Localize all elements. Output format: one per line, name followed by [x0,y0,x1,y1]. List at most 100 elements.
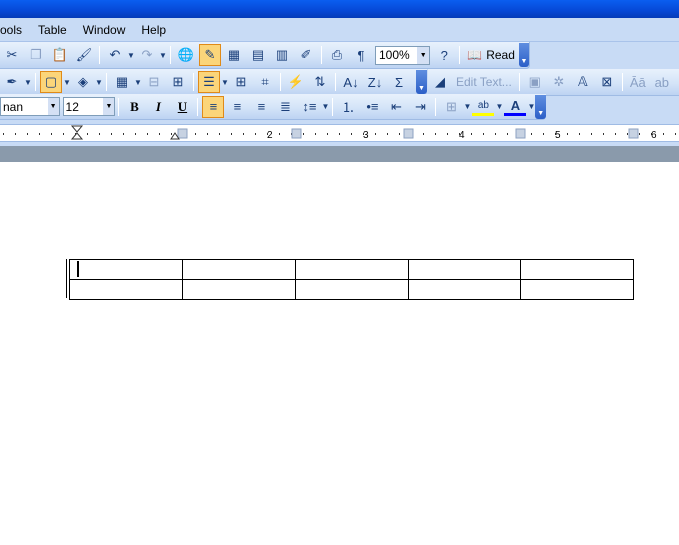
distribute-columns-icon[interactable]: ⌗ [254,71,276,93]
document-area[interactable] [0,162,679,545]
help-icon[interactable]: ? [433,44,455,66]
format-wordart-icon[interactable]: ✲ [548,71,570,93]
format-painter-icon[interactable]: 🖌 [73,44,95,66]
insert-table-dropdown-icon[interactable]: ▼ [134,78,142,87]
pen-color-dropdown-icon[interactable]: ▼ [24,78,32,87]
copy-icon[interactable]: ❐ [25,44,47,66]
table-cell[interactable] [295,259,409,280]
line-spacing-dropdown-icon[interactable]: ▼ [321,102,329,111]
highlight-dropdown-icon[interactable]: ▼ [495,102,503,111]
columns-icon[interactable]: ▥ [271,44,293,66]
table-cell[interactable] [408,259,521,280]
table-cell[interactable] [295,279,409,300]
toolbar-options-icon[interactable]: ▼ [416,70,427,94]
outside-border-icon[interactable]: ▢ [40,71,62,93]
increase-indent-icon[interactable]: ⇥ [409,96,431,118]
underline-button[interactable]: U [171,96,193,118]
wordart-shape-icon[interactable]: 𝔸 [572,71,594,93]
borders-dropdown-icon[interactable]: ▼ [463,102,471,111]
decrease-indent-icon[interactable]: ⇤ [385,96,407,118]
shading-color-icon[interactable]: ◈ [72,71,94,93]
sort-ascending-icon[interactable]: A↓ [340,71,362,93]
drawing-icon[interactable]: ✐ [295,44,317,66]
table-cell[interactable] [69,259,183,280]
insert-table-icon[interactable]: ▦ [111,71,133,93]
read-button[interactable]: 📖 Read [463,44,519,66]
sort-descending-icon[interactable]: Z↓ [364,71,386,93]
font-size-select[interactable]: 12 ▼ [62,97,116,116]
table-autoformat-icon[interactable]: ⚡ [285,71,307,93]
align-dropdown-icon[interactable]: ▼ [221,78,229,87]
document-map-icon[interactable]: ⎙ [326,44,348,66]
toolbar-options-icon[interactable]: ▼ [535,94,546,119]
horizontal-ruler[interactable]: 2 3 4 5 6 [0,124,679,142]
paste-icon[interactable]: 📋 [49,44,71,66]
justify-icon[interactable]: ≣ [274,96,296,118]
zoom-select[interactable]: 100% ▼ [375,45,431,65]
table-row [69,259,634,280]
table-cell[interactable] [69,279,183,300]
toolbar-options-icon[interactable]: ▼ [518,43,529,67]
column-marker[interactable] [291,128,302,139]
column-marker[interactable] [515,128,526,139]
border-dropdown-icon[interactable]: ▼ [63,78,71,87]
table-cell[interactable] [408,279,521,300]
font-name-dropdown-icon[interactable]: ▼ [47,98,59,115]
menu-help[interactable]: Help [133,18,174,42]
column-marker[interactable] [403,128,414,139]
table-cell[interactable] [182,279,296,300]
align-left-icon[interactable]: ≡ [202,95,225,118]
font-size-dropdown-icon[interactable]: ▼ [103,98,115,115]
text-wrapping-icon[interactable]: ⊠ [596,71,618,93]
separator [332,97,334,116]
italic-button[interactable]: I [147,96,169,118]
line-spacing-icon[interactable]: ↕≡ [298,96,320,118]
zoom-dropdown-icon[interactable]: ▼ [417,46,430,64]
vertical-text-icon[interactable]: ab [651,71,673,93]
same-letter-heights-icon[interactable]: Āā [627,71,649,93]
column-marker[interactable] [177,128,188,139]
font-color-button[interactable]: A [504,98,527,116]
split-cells-icon[interactable]: ⊞ [167,71,189,93]
menu-tools[interactable]: ools [0,18,30,42]
distribute-rows-icon[interactable]: ⊞ [230,71,252,93]
highlight-button[interactable]: ab [472,98,495,116]
borders-icon[interactable]: ⊞ [440,96,462,118]
ruler-tick [123,133,124,135]
bold-button[interactable]: B [123,96,145,118]
cut-icon[interactable]: ✂ [1,44,23,66]
redo-dropdown-icon[interactable]: ▼ [159,51,167,60]
insert-excel-icon[interactable]: ▤ [247,44,269,66]
wordart-gallery-icon[interactable]: ▣ [524,71,546,93]
undo-icon[interactable]: ↶ [104,44,126,66]
align-right-icon[interactable]: ≡ [250,96,272,118]
line-weight-pen-icon[interactable]: ✒ [1,71,23,93]
ruler-tick [27,133,28,135]
autosum-icon[interactable]: Σ [388,71,410,93]
table-cell[interactable] [520,259,634,280]
undo-dropdown-icon[interactable]: ▼ [127,51,135,60]
numbering-icon[interactable]: ⒈ [337,96,359,118]
text-direction-icon[interactable]: ⇅ [309,71,331,93]
font-color-dropdown-icon[interactable]: ▼ [527,102,535,111]
menu-table[interactable]: Table [30,18,75,42]
hyperlink-icon[interactable]: 🌐 [175,44,197,66]
document-table[interactable] [69,259,634,300]
table-cell[interactable] [520,279,634,300]
tables-borders-icon[interactable]: ✎ [199,44,221,66]
column-marker[interactable] [628,128,639,139]
font-name-select[interactable]: nan ▼ [0,97,60,116]
table-cell[interactable] [182,259,296,280]
align-top-left-icon[interactable]: ☰ [198,71,220,93]
indent-marker-icon[interactable] [70,125,84,140]
menu-window[interactable]: Window [75,18,134,42]
insert-table-icon[interactable]: ▦ [223,44,245,66]
redo-icon[interactable]: ↷ [136,44,158,66]
bullets-icon[interactable]: •≡ [361,96,383,118]
merge-cells-icon[interactable]: ⊟ [143,71,165,93]
edit-text-button[interactable]: Edit Text... [452,75,516,89]
insert-wordart-icon[interactable]: ◢ [429,71,451,93]
align-center-icon[interactable]: ≡ [226,96,248,118]
shading-dropdown-icon[interactable]: ▼ [95,78,103,87]
show-hide-icon[interactable]: ¶ [350,44,372,66]
